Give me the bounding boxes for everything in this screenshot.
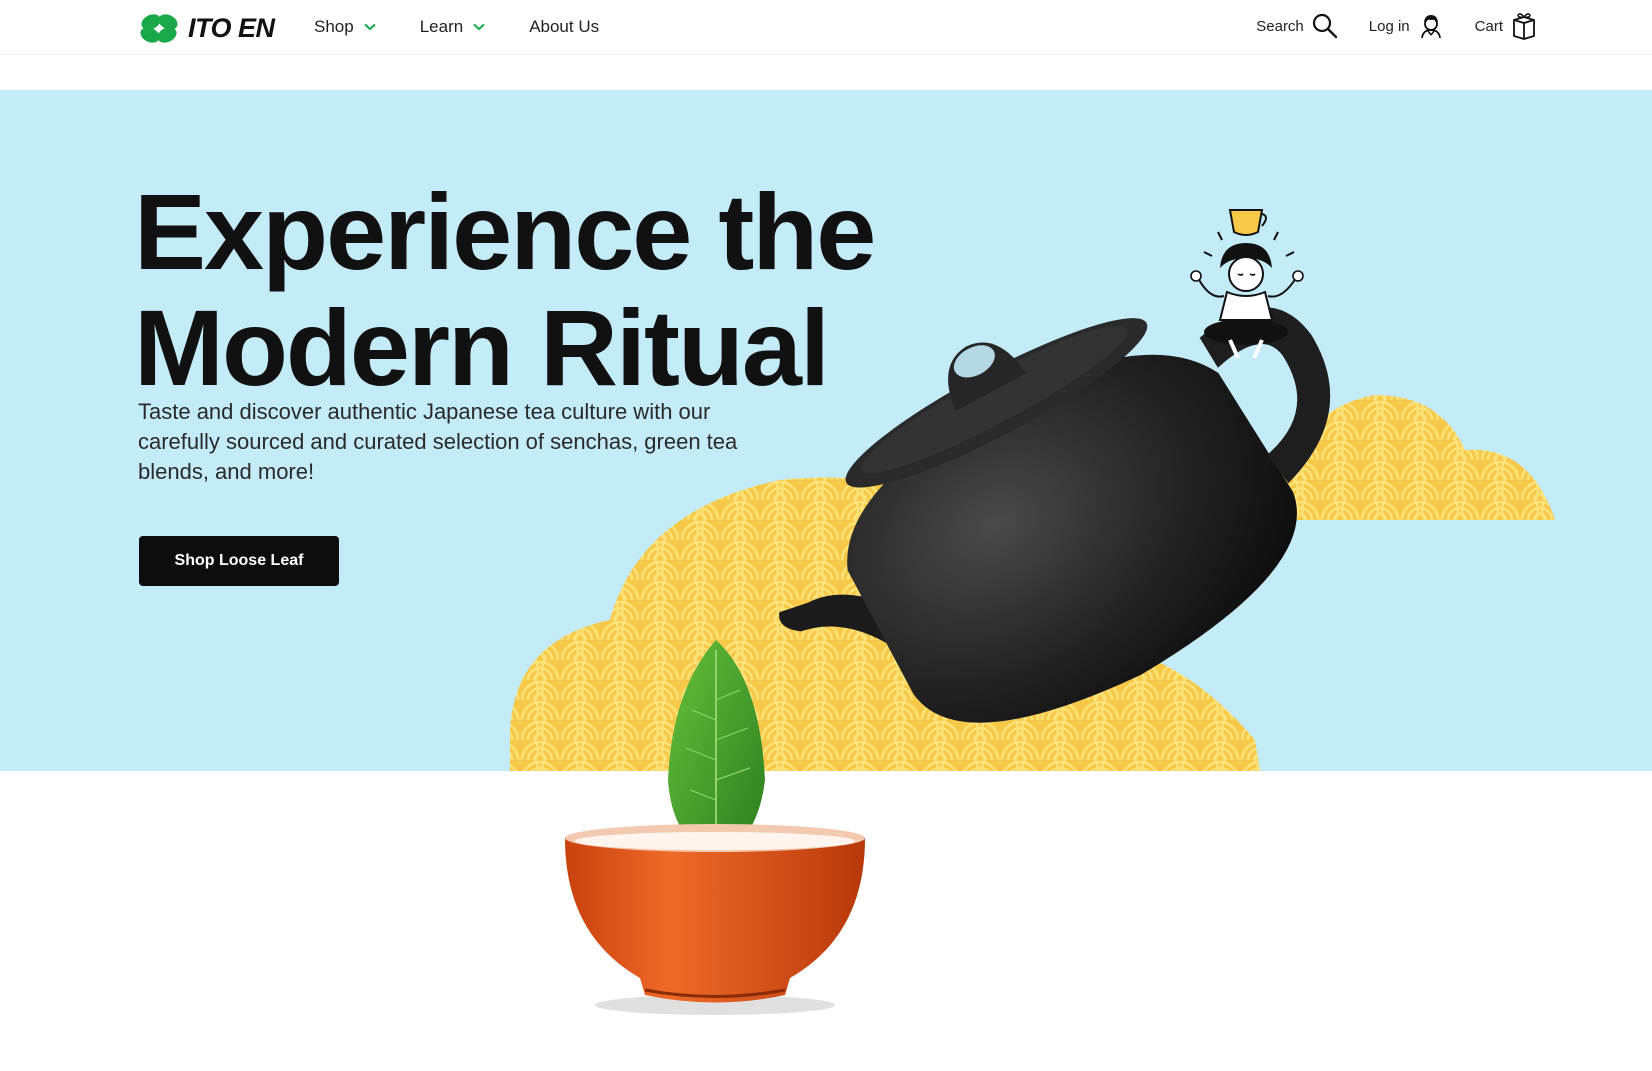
orange-tea-bowl-image [565,824,865,1015]
hero-illustration [510,209,1555,1015]
